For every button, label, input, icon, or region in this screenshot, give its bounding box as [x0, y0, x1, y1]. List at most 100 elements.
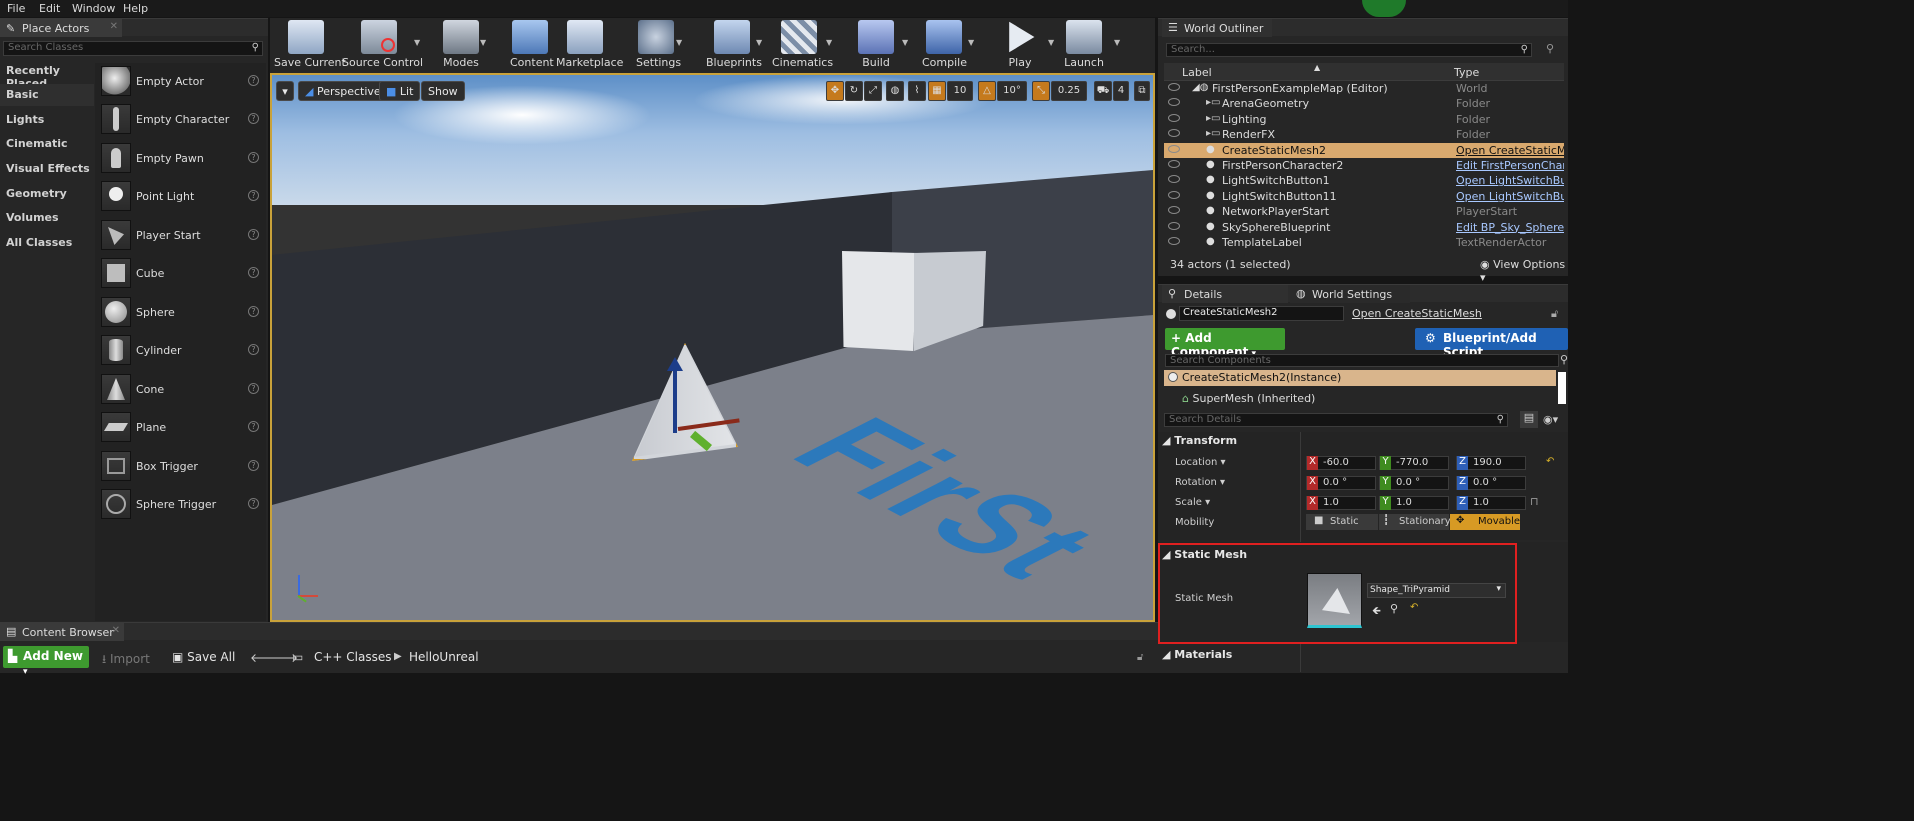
category-visual-effects[interactable]: Visual Effects: [0, 158, 94, 180]
property-matrix-icon[interactable]: ▤: [1520, 411, 1538, 428]
chevron-down-icon[interactable]: ▼: [1048, 38, 1054, 47]
menu-help[interactable]: Help: [123, 2, 148, 15]
menu-file[interactable]: File: [7, 2, 25, 15]
breadcrumb-hellounreal[interactable]: HelloUnreal: [409, 650, 479, 664]
help-icon[interactable]: ?: [248, 383, 259, 394]
compile-button[interactable]: Compile ▼: [922, 18, 974, 73]
lock-icon[interactable]: 🔓︎: [1137, 652, 1143, 663]
rotation-label[interactable]: Rotation ▾: [1175, 477, 1225, 488]
outliner-row[interactable]: ● TemplateLabel TextRenderActor: [1164, 235, 1564, 250]
actor-name-field[interactable]: CreateStaticMesh2: [1179, 306, 1344, 321]
perspective-button[interactable]: ◢ Perspective: [298, 81, 388, 101]
actor-item-player-start[interactable]: Player Start?: [95, 217, 266, 253]
help-icon[interactable]: ?: [248, 113, 259, 124]
materials-header[interactable]: ◢ Materials: [1162, 648, 1562, 666]
chevron-down-icon[interactable]: ▼: [480, 38, 486, 47]
rotation-z-field[interactable]: Z 0.0 °: [1456, 476, 1526, 490]
lock-icon[interactable]: 🔓︎: [1551, 307, 1558, 321]
rotation-x-field[interactable]: X 0.0 °: [1306, 476, 1376, 490]
chevron-down-icon[interactable]: ▼: [968, 38, 974, 47]
viewport-options-button[interactable]: ▾: [276, 81, 294, 101]
eye-icon[interactable]: [1168, 190, 1180, 199]
actor-item-sphere-trigger[interactable]: Sphere Trigger?: [95, 486, 266, 522]
category-cinematic[interactable]: Cinematic: [0, 133, 94, 155]
chevron-down-icon[interactable]: ▼: [414, 38, 420, 47]
outliner-row[interactable]: ● CreateStaticMesh2 Open CreateStaticMesh: [1164, 142, 1564, 158]
launch-button[interactable]: Launch ▼: [1064, 18, 1120, 73]
scale-snap-value[interactable]: 0.25: [1051, 81, 1087, 101]
mobility-static-button[interactable]: ■ Static: [1306, 514, 1378, 530]
blueprint-add-script-button[interactable]: ⚙ Blueprint/Add Script: [1415, 328, 1568, 359]
show-button[interactable]: Show: [421, 81, 465, 101]
rotation-snap-value[interactable]: 10°: [997, 81, 1027, 101]
level-viewport[interactable]: FirSt ▾ ◢ Perspective ■ Lit Show ✥ ↻ ⤢ ◍…: [270, 73, 1155, 622]
search-components-input[interactable]: Search Components: [1165, 354, 1559, 367]
outliner-row[interactable]: ◢◍ FirstPersonExampleMap (Editor) World: [1164, 81, 1564, 96]
outliner-row-type-link[interactable]: Open LightSwitchButton: [1456, 190, 1564, 203]
scale-label[interactable]: Scale ▾: [1175, 497, 1210, 508]
eye-icon[interactable]: [1168, 221, 1180, 230]
chevron-down-icon[interactable]: ▼: [826, 38, 832, 47]
eye-icon[interactable]: [1168, 175, 1180, 184]
outliner-row[interactable]: ● SkySphereBlueprint Edit BP_Sky_Sphere: [1164, 220, 1564, 235]
rotation-y-field[interactable]: Y 0.0 °: [1379, 476, 1449, 490]
outliner-row-type-link[interactable]: Edit BP_Sky_Sphere: [1456, 221, 1564, 234]
play-button[interactable]: Play ▼: [1000, 18, 1054, 73]
chevron-down-icon[interactable]: ▼: [756, 38, 762, 47]
lit-button[interactable]: ■ Lit: [379, 81, 421, 101]
blueprints-button[interactable]: Blueprints ▼: [706, 18, 762, 73]
grid-snap-icon[interactable]: ▦: [928, 81, 946, 101]
eye-icon[interactable]: [1168, 144, 1180, 153]
transform-header[interactable]: ◢ Transform: [1162, 434, 1562, 452]
chevron-down-icon[interactable]: ▼: [1114, 38, 1120, 47]
open-blueprint-link[interactable]: Open CreateStaticMesh: [1352, 307, 1482, 320]
outliner-row[interactable]: ● NetworkPlayerStart PlayerStart: [1164, 204, 1564, 219]
chevron-down-icon[interactable]: ▼: [676, 38, 682, 47]
scale-z-field[interactable]: Z 1.0: [1456, 496, 1526, 510]
eye-icon[interactable]: [1168, 113, 1180, 122]
eye-icon[interactable]: [1168, 206, 1180, 215]
help-icon[interactable]: ?: [248, 75, 259, 86]
outliner-row-type-link[interactable]: Edit FirstPersonCharacter: [1456, 159, 1564, 172]
tab-world-settings[interactable]: ◍ World Settings: [1290, 285, 1410, 303]
category-all-classes[interactable]: All Classes: [0, 232, 94, 254]
mobility-stationary-button[interactable]: ┇ Stationary: [1379, 514, 1451, 530]
actor-item-box-trigger[interactable]: Box Trigger?: [95, 448, 266, 484]
source-control-button[interactable]: Source Control ▼: [342, 18, 423, 73]
eye-icon[interactable]: [1168, 160, 1180, 168]
add-component-button[interactable]: + Add Component ▾: [1165, 328, 1285, 359]
outliner-row[interactable]: ▸▭ ArenaGeometry Folder: [1164, 96, 1564, 111]
tab-details[interactable]: ⚲ Details: [1162, 285, 1288, 303]
actor-item-empty-character[interactable]: Empty Character?: [95, 101, 266, 137]
scale-snap-icon[interactable]: ⤡: [1032, 81, 1050, 101]
chevron-down-icon[interactable]: ▼: [902, 38, 908, 47]
type-column-header[interactable]: Type: [1454, 66, 1479, 79]
close-icon[interactable]: ✕: [112, 625, 120, 636]
search-details-input[interactable]: Search Details ⚲: [1164, 413, 1508, 427]
category-geometry[interactable]: Geometry: [0, 183, 94, 205]
breadcrumb-cpp-classes[interactable]: C++ Classes: [314, 650, 392, 664]
lock-icon[interactable]: ⊓: [1530, 495, 1539, 508]
import-button[interactable]: ⭳ Import: [102, 650, 150, 671]
outliner-row[interactable]: ▸▭ RenderFX Folder: [1164, 127, 1564, 142]
eye-icon[interactable]: ◉▾: [1543, 413, 1558, 426]
world-space-icon[interactable]: ◍: [886, 81, 904, 101]
maximize-viewport-icon[interactable]: ⧉: [1134, 81, 1150, 101]
tab-world-outliner[interactable]: ☰ World Outliner: [1162, 19, 1272, 37]
outliner-row[interactable]: ● LightSwitchButton1 Open LightSwitchButto…: [1164, 173, 1564, 188]
actor-item-empty-pawn[interactable]: Empty Pawn?: [95, 140, 266, 176]
category-recently-placed[interactable]: Recently Placed: [0, 60, 94, 90]
tab-place-actors[interactable]: ✎ Place Actors ✕: [0, 19, 122, 37]
help-icon[interactable]: ?: [248, 229, 259, 240]
actor-item-point-light[interactable]: Point Light?: [95, 178, 266, 214]
view-options-button[interactable]: ◉ View Options ▾: [1480, 258, 1568, 284]
label-column-header[interactable]: Label: [1182, 66, 1212, 79]
add-new-button[interactable]: ▙ Add New ▾: [3, 646, 89, 677]
eye-icon[interactable]: [1168, 98, 1180, 107]
translate-tool-icon[interactable]: ✥: [826, 81, 844, 101]
gizmo-z-axis[interactable]: [673, 363, 677, 433]
outliner-row[interactable]: ▸▭ Lighting Folder: [1164, 112, 1564, 127]
outliner-row-type-link[interactable]: Open LightSwitchButton: [1456, 174, 1564, 187]
folder-icon[interactable]: ▭: [292, 650, 303, 664]
actor-item-cube[interactable]: Cube?: [95, 255, 266, 291]
